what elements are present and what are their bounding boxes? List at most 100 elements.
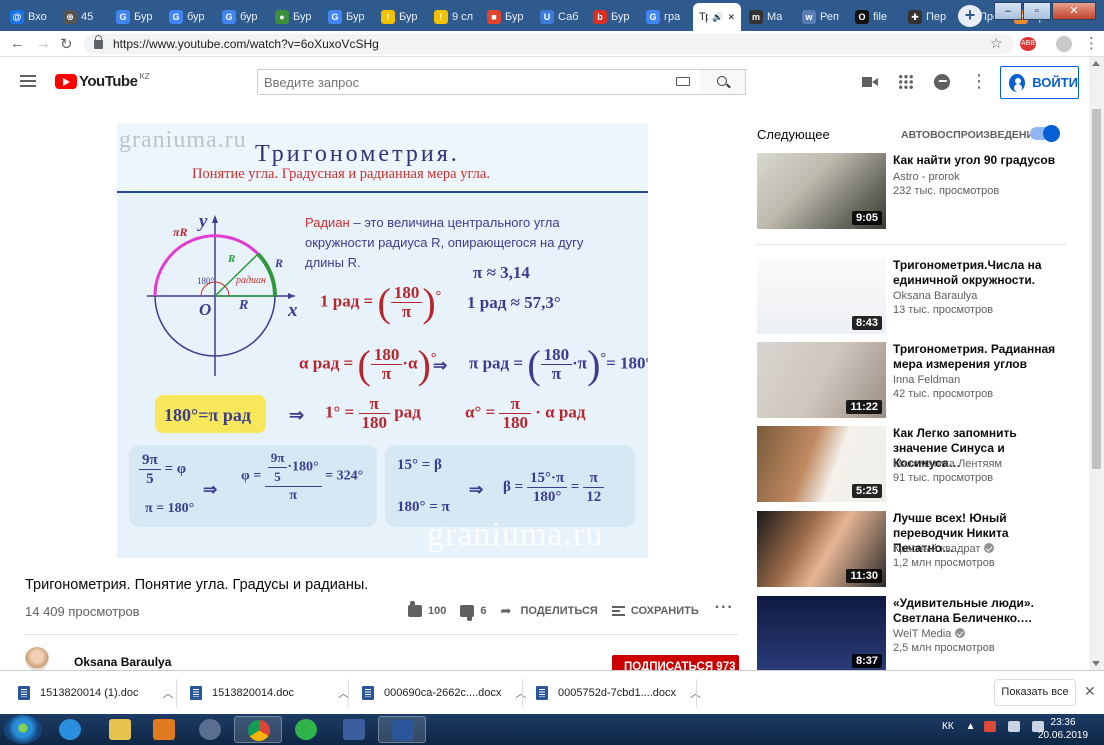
- video-thumbnail[interactable]: 5:25: [757, 426, 886, 502]
- scroll-up-icon[interactable]: [1092, 61, 1100, 66]
- browser-tab[interactable]: b Бур: [587, 3, 638, 31]
- recommended-channel[interactable]: Astro - prorok: [893, 171, 960, 183]
- clock[interactable]: 23:36 20.06.2019: [1038, 716, 1088, 742]
- recommended-title[interactable]: Тригонометрия.Числа на единичной окружно…: [893, 258, 1063, 288]
- taskbar-media[interactable]: [140, 716, 188, 743]
- browser-tab[interactable]: Gгра: [640, 3, 691, 31]
- video-thumbnail[interactable]: 11:30: [757, 511, 886, 587]
- browser-tab[interactable]: ⊛ 45: [57, 3, 108, 31]
- video-thumbnail[interactable]: 11:22: [757, 342, 886, 418]
- taskbar-chrome[interactable]: [234, 716, 282, 743]
- browser-tab[interactable]: G Бур: [110, 3, 161, 31]
- reload-icon[interactable]: ↻: [60, 35, 73, 53]
- taskbar-explorer[interactable]: [96, 716, 144, 743]
- login-button[interactable]: ВОЙТИ: [1000, 66, 1079, 99]
- recommended-title[interactable]: Как найти угол 90 градусов: [893, 153, 1063, 168]
- bookmark-star-icon[interactable]: ☆: [990, 35, 1003, 52]
- taskbar-ie[interactable]: [46, 716, 94, 743]
- browser-tab[interactable]: Gбур: [216, 3, 267, 31]
- download-item[interactable]: 1513820014 (1).doc ︿: [18, 671, 173, 715]
- browser-tab[interactable]: w Реп: [796, 3, 847, 31]
- share-button[interactable]: ПОДЕЛИТЬСЯ: [500, 603, 597, 619]
- chevron-up-icon[interactable]: ︿: [162, 685, 173, 701]
- messages-icon[interactable]: [934, 74, 950, 90]
- recommended-title[interactable]: Тригонометрия. Радианная мера измерения …: [893, 342, 1063, 372]
- hamburger-menu-icon[interactable]: [20, 75, 36, 87]
- scroll-down-icon[interactable]: [1092, 661, 1100, 666]
- browser-tab[interactable]: U Саб: [534, 3, 585, 31]
- download-item[interactable]: 1513820014.doc ︿: [190, 671, 349, 715]
- recommended-video[interactable]: 11:22 Тригонометрия. Радианная мера измер…: [757, 342, 1067, 418]
- browser-tab[interactable]: Тр 🔊 ✕: [693, 3, 741, 31]
- like-button[interactable]: 100: [408, 601, 446, 617]
- tab-audio-icon[interactable]: 🔊: [712, 12, 723, 23]
- recommended-channel[interactable]: Inna Feldman: [893, 374, 960, 386]
- close-window-button[interactable]: ✕: [1052, 2, 1096, 20]
- tray-expand-icon[interactable]: ▲: [966, 721, 976, 732]
- forward-arrow-icon[interactable]: →: [36, 35, 51, 52]
- browser-menu-icon[interactable]: ⋮: [1084, 34, 1099, 52]
- video-thumbnail[interactable]: 8:37: [757, 596, 886, 672]
- tray-flag-icon[interactable]: [983, 721, 996, 732]
- recommended-video[interactable]: 8:43 Тригонометрия.Числа на единичной окр…: [757, 258, 1067, 334]
- new-tab-button[interactable]: +: [958, 5, 982, 27]
- save-button[interactable]: СОХРАНИТЬ: [611, 605, 699, 617]
- browser-tab[interactable]: ! 9 сл: [428, 3, 479, 31]
- recommended-video[interactable]: 11:30 Лучше всех! Юный переводчик Никита …: [757, 511, 1067, 587]
- profile-icon[interactable]: [1056, 36, 1072, 52]
- recommended-channel[interactable]: Математика Лентяям: [893, 458, 1002, 470]
- extension-icon[interactable]: ΑΒΒ: [1020, 37, 1036, 51]
- video-thumbnail[interactable]: 9:05: [757, 153, 886, 229]
- minimize-button[interactable]: –: [994, 2, 1022, 20]
- download-item[interactable]: 0005752d-7cbd1....docx︿: [536, 671, 701, 715]
- recommended-video[interactable]: 9:05 Как найти угол 90 градусов Astro - pr…: [757, 153, 1067, 229]
- apps-grid-icon[interactable]: [898, 74, 914, 90]
- taskbar-save[interactable]: [330, 716, 378, 743]
- page-scrollbar[interactable]: [1089, 57, 1104, 670]
- browser-tab[interactable]: ! Бур: [375, 3, 426, 31]
- channel-name[interactable]: Oksana Baraulya: [74, 655, 171, 669]
- tab-close-icon[interactable]: ✕: [727, 12, 735, 23]
- network-icon[interactable]: [1007, 721, 1020, 732]
- browser-tab[interactable]: Ofile: [849, 3, 900, 31]
- show-all-downloads-button[interactable]: Показать все: [994, 679, 1076, 706]
- scrollbar-thumb[interactable]: [1092, 109, 1101, 469]
- settings-dots-icon[interactable]: ⋮: [970, 72, 988, 90]
- close-downloads-icon[interactable]: ✕: [1084, 683, 1096, 700]
- video-thumbnail[interactable]: 8:43: [757, 258, 886, 334]
- channel-avatar[interactable]: [25, 647, 49, 671]
- language-indicator[interactable]: КК: [942, 721, 954, 732]
- recommended-video[interactable]: 5:25 Как Легко запомнить значение Синуса …: [757, 426, 1067, 502]
- browser-tab[interactable]: G Бур: [322, 3, 373, 31]
- recommended-title[interactable]: «Удивительные люди». Светлана Беличенко.…: [893, 596, 1063, 626]
- chevron-up-icon[interactable]: ︿: [515, 685, 526, 701]
- create-video-icon[interactable]: [862, 74, 878, 90]
- url-field[interactable]: https://www.youtube.com/watch?v=6oXuxoVc…: [84, 34, 1014, 54]
- keyboard-icon[interactable]: [676, 77, 690, 86]
- browser-tab[interactable]: Gбур: [163, 3, 214, 31]
- dislike-button[interactable]: 6: [460, 605, 486, 617]
- browser-tab[interactable]: m Ма: [743, 3, 794, 31]
- maximize-button[interactable]: ▫: [1023, 2, 1051, 20]
- taskbar-app[interactable]: [186, 716, 234, 743]
- taskbar-messenger[interactable]: [282, 716, 330, 743]
- browser-tab[interactable]: ■ Бур: [481, 3, 532, 31]
- recommended-channel[interactable]: Красный квадрат: [893, 543, 995, 555]
- more-actions-icon[interactable]: ···: [715, 599, 734, 617]
- browser-tab[interactable]: @ Вхо: [4, 3, 55, 31]
- download-item[interactable]: 000690ca-2662c....docx ︿: [362, 671, 526, 715]
- youtube-logo[interactable]: YouTube KZ: [55, 72, 150, 90]
- back-arrow-icon[interactable]: ←: [10, 35, 25, 52]
- browser-tab[interactable]: ● Бур: [269, 3, 320, 31]
- recommended-channel[interactable]: Oksana Baraulya: [893, 290, 977, 302]
- taskbar-word[interactable]: [378, 716, 426, 743]
- video-player[interactable]: graniuma.ru Тригонометрия. Понятие угла.…: [117, 123, 648, 558]
- search-button[interactable]: [700, 69, 746, 95]
- recommended-channel-name: Inna Feldman: [893, 374, 961, 386]
- autoplay-toggle[interactable]: [1030, 125, 1060, 142]
- recommended-video[interactable]: 8:37 «Удивительные люди». Светлана Беличе…: [757, 596, 1067, 672]
- search-input[interactable]: [257, 69, 701, 95]
- browser-tab[interactable]: ✚ Пер: [902, 3, 953, 31]
- recommended-channel[interactable]: WeiT Media: [893, 628, 966, 640]
- start-button[interactable]: [4, 715, 42, 744]
